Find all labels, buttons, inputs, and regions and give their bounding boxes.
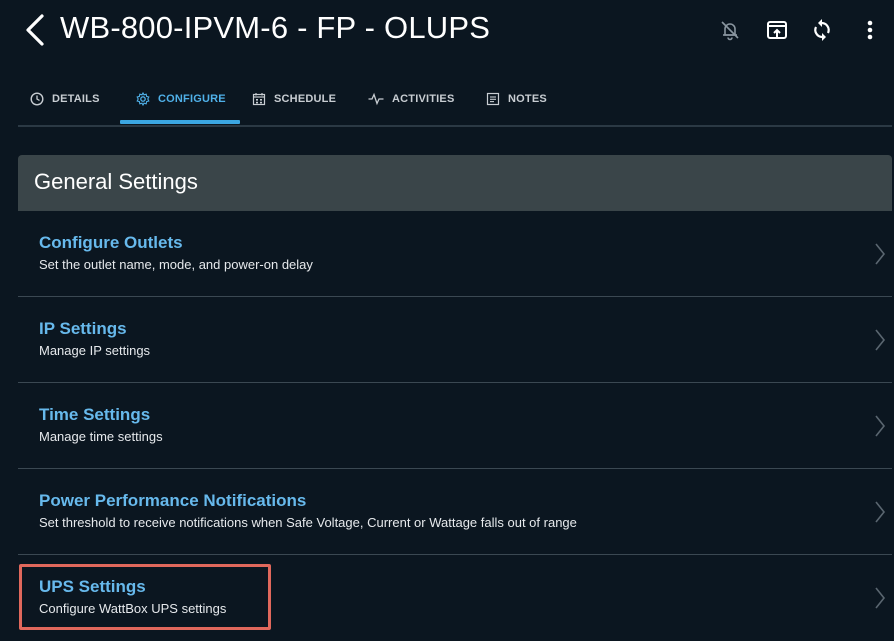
item-subtitle: Set threshold to receive notifications w… (39, 515, 577, 530)
app-header: WB-800-IPVM-6 - FP - OLUPS (0, 0, 894, 62)
refresh-icon[interactable] (810, 18, 834, 42)
tab-notes[interactable]: NOTES (486, 84, 547, 114)
tab-details[interactable]: DETAILS (30, 84, 100, 114)
tab-configure[interactable]: CONFIGURE (136, 84, 226, 114)
item-subtitle: Set the outlet name, mode, and power-on … (39, 257, 313, 272)
tab-bar-divider (18, 125, 892, 127)
chevron-right-icon (875, 415, 886, 437)
section-header: General Settings (18, 155, 892, 211)
back-icon[interactable] (22, 12, 48, 48)
chevron-right-icon (875, 501, 886, 523)
pulse-icon (368, 92, 384, 106)
section-title: General Settings (34, 169, 198, 194)
chevron-right-icon (875, 587, 886, 609)
settings-item-ip-settings[interactable]: IP Settings Manage IP settings (18, 297, 892, 383)
cast-icon[interactable] (765, 18, 789, 42)
item-subtitle: Manage time settings (39, 429, 163, 444)
tab-label: DETAILS (52, 93, 100, 105)
chevron-right-icon (875, 243, 886, 265)
item-title: Configure Outlets (39, 233, 183, 252)
clock-icon (30, 92, 44, 106)
bell-off-icon[interactable] (718, 18, 742, 42)
tab-schedule[interactable]: SCHEDULE (252, 84, 336, 114)
tab-label: CONFIGURE (158, 93, 226, 105)
item-title: Power Performance Notifications (39, 491, 307, 510)
notes-icon (486, 92, 500, 106)
settings-item-power-performance-notifications[interactable]: Power Performance Notifications Set thre… (18, 469, 892, 555)
tab-activities[interactable]: ACTIVITIES (368, 84, 455, 114)
calendar-icon (252, 93, 266, 106)
gear-icon (136, 92, 150, 106)
app-window: WB-800-IPVM-6 - FP - OLUPS DETAILS CONFI… (0, 0, 894, 633)
item-subtitle: Manage IP settings (39, 343, 151, 358)
settings-item-time-settings[interactable]: Time Settings Manage time settings (18, 383, 892, 469)
tab-label: ACTIVITIES (392, 93, 455, 105)
tab-label: SCHEDULE (274, 93, 337, 105)
item-title: Time Settings (39, 405, 151, 424)
highlight-box (19, 564, 271, 630)
page-title: WB-800-IPVM-6 - FP - OLUPS (60, 10, 491, 45)
settings-item-configure-outlets[interactable]: Configure Outlets Set the outlet name, m… (18, 211, 892, 297)
active-tab-indicator (120, 120, 240, 124)
item-title: IP Settings (39, 319, 127, 338)
chevron-right-icon (875, 329, 886, 351)
more-vert-icon[interactable] (858, 18, 882, 42)
tab-label: NOTES (508, 93, 547, 105)
